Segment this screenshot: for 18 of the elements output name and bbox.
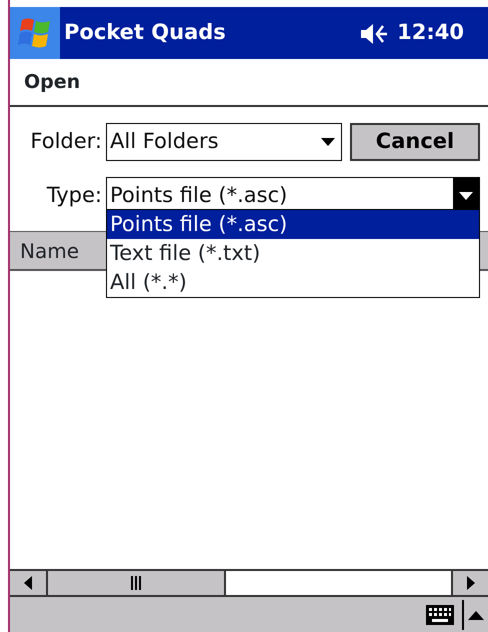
dialog-title: Open: [10, 59, 488, 107]
folder-dropdown[interactable]: All Folders: [106, 123, 342, 161]
left-arrow-icon: [24, 576, 32, 590]
dropdown-option[interactable]: Text file (*.txt): [107, 239, 479, 268]
caret-icon: [321, 138, 335, 146]
app-title: Pocket Quads: [64, 19, 226, 46]
windows-flag-icon: [18, 17, 52, 49]
column-header[interactable]: Name: [20, 236, 80, 266]
field-label: Folder:: [29, 128, 103, 156]
dropdown-option[interactable]: All (*.*): [107, 268, 479, 297]
clock-time[interactable]: 12:40: [397, 17, 464, 49]
keyboard-icon[interactable]: [426, 602, 454, 626]
cancel-button[interactable]: Cancel: [350, 123, 480, 161]
field-label: Type:: [46, 182, 103, 210]
dropdown-option[interactable]: Points file (*.asc): [107, 210, 479, 239]
right-arrow-icon: [466, 576, 474, 590]
scroll-bar[interactable]: [10, 569, 488, 597]
start-button[interactable]: [10, 7, 60, 59]
